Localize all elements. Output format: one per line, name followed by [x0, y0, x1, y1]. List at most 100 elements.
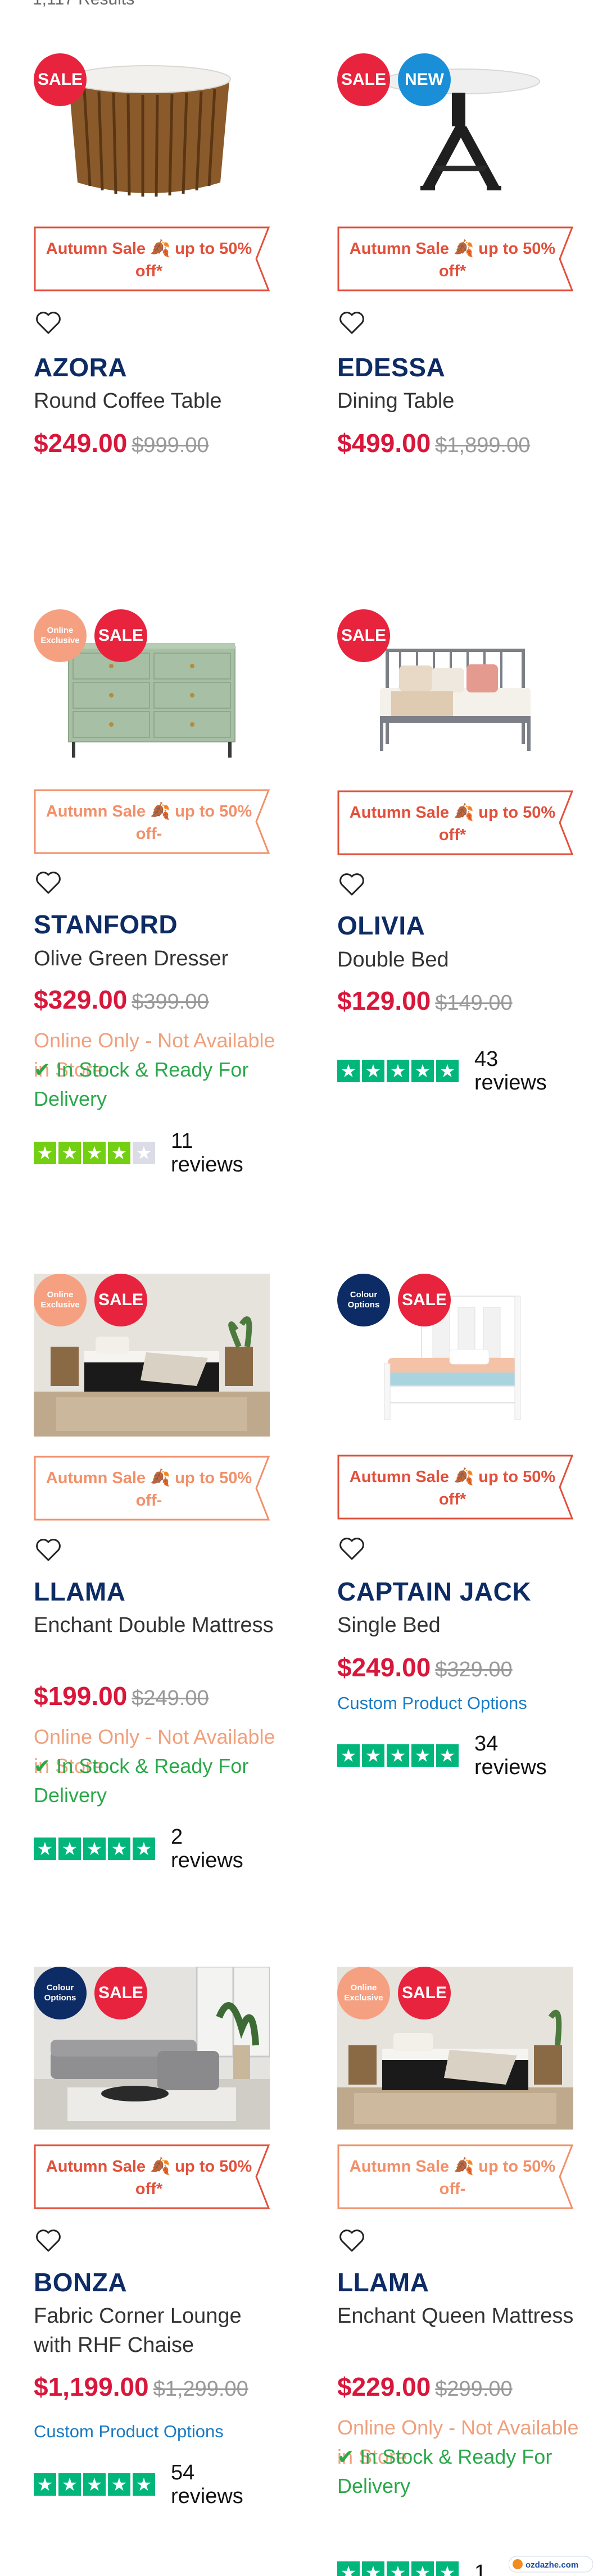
custom-options-link[interactable]: Custom Product Options — [337, 1693, 527, 1713]
product-price: $249.00 $329.00 — [337, 1652, 513, 1683]
product-image[interactable]: Online Exclusive SALE — [34, 609, 270, 772]
product-brand[interactable]: CAPTAIN JACK — [337, 1576, 531, 1607]
product-name[interactable]: Olive Green Dresser — [34, 944, 275, 973]
review-count[interactable]: 1 — [474, 2561, 486, 2576]
review-count[interactable]: 43 reviews — [474, 1047, 553, 1095]
product-card-llama-queen[interactable]: Online Exclusive SALE Autumn Sale 🍂 up t… — [337, 1967, 579, 2576]
product-brand[interactable]: AZORA — [34, 352, 127, 382]
custom-options-link[interactable]: Custom Product Options — [34, 2422, 224, 2442]
rating-stars: ★ ★ ★ ★ ★ — [337, 2561, 459, 2576]
star-icon: ★ — [337, 1744, 360, 1767]
wishlist-heart-icon[interactable] — [338, 311, 365, 335]
review-count[interactable]: 34 reviews — [474, 1732, 553, 1779]
product-brand[interactable]: EDESSA — [337, 352, 445, 382]
star-icon: ★ — [83, 1142, 106, 1164]
product-card-edessa[interactable]: SALE NEW Autumn Sale 🍂 up to 50% off* ED… — [337, 53, 579, 458]
star-icon: ★ — [387, 1744, 409, 1767]
product-card-bonza[interactable]: Colour Options SALE Autumn Sale 🍂 up to … — [34, 1967, 275, 2508]
star-icon: ★ — [34, 1838, 56, 1860]
star-icon: ★ — [436, 1060, 459, 1082]
sale-price: $249.00 — [34, 428, 128, 458]
product-image[interactable]: Colour Options SALE — [337, 1274, 573, 1437]
product-name[interactable]: Fabric Corner Lounge with RHF Chaise — [34, 2301, 275, 2360]
product-price: $249.00 $999.00 — [34, 428, 209, 458]
promo-banner: Autumn Sale 🍂 up to 50% off* — [337, 790, 573, 855]
product-card-stanford[interactable]: Online Exclusive SALE Autumn Sale 🍂 up t… — [34, 609, 275, 1177]
product-card-captain-jack[interactable]: Colour Options SALE Autumn Sale 🍂 up to … — [337, 1274, 579, 1779]
sale-price: $1,199.00 — [34, 2372, 149, 2401]
promo-banner: Autumn Sale 🍂 up to 50% off* — [337, 226, 573, 291]
wishlist-heart-icon[interactable] — [35, 2228, 62, 2253]
was-price: $999.00 — [132, 434, 209, 457]
results-count: 1,117 Results — [33, 0, 134, 9]
wishlist-heart-icon[interactable] — [338, 872, 365, 897]
rating-stars: ★ ★ ★ ★ ★ — [337, 1744, 459, 1767]
product-name[interactable]: Dining Table — [337, 386, 579, 416]
rating-stars: ★ ★ ★ ★ ★ — [34, 1142, 155, 1164]
trustpilot-rating[interactable]: ★ ★ ★ ★ ★ 54 reviews — [34, 2461, 250, 2508]
product-brand[interactable]: BONZA — [34, 2267, 127, 2297]
promo-banner: Autumn Sale 🍂 up to 50% off- — [34, 789, 270, 854]
product-card-azora[interactable]: SALE Autumn Sale 🍂 up to 50% off* AZORA … — [34, 53, 275, 458]
product-price: $1,199.00 $1,299.00 — [34, 2372, 248, 2402]
product-name[interactable]: Double Bed — [337, 945, 579, 974]
star-icon: ★ — [133, 1142, 155, 1164]
star-icon: ★ — [411, 2561, 434, 2576]
star-icon: ★ — [133, 2473, 155, 2496]
wishlist-heart-icon[interactable] — [35, 870, 62, 895]
product-image[interactable]: Colour Options SALE — [34, 1967, 270, 2130]
rating-stars: ★ ★ ★ ★ ★ — [337, 1060, 459, 1082]
rating-stars: ★ ★ ★ ★ ★ — [34, 2473, 155, 2496]
watermark-text: ozdazhe.com — [526, 2560, 578, 2570]
product-brand[interactable]: LLAMA — [337, 2267, 429, 2297]
was-price: $149.00 — [435, 991, 513, 1015]
star-icon: ★ — [58, 2473, 81, 2496]
stock-status: ✔ In Stock & Ready For Delivery — [337, 2445, 552, 2497]
product-image[interactable]: SALE — [337, 609, 573, 772]
star-icon: ★ — [83, 1838, 106, 1860]
product-image[interactable]: Online Exclusive SALE — [337, 1967, 573, 2130]
product-card-llama-double[interactable]: Online Exclusive SALE Autumn Sale 🍂 up t… — [34, 1274, 275, 1872]
promo-banner: Autumn Sale 🍂 up to 50% off* — [337, 1455, 573, 1520]
product-image[interactable]: SALE NEW — [337, 53, 573, 216]
star-icon: ★ — [108, 2473, 130, 2496]
review-count[interactable]: 2 reviews — [171, 1825, 250, 1872]
trustpilot-rating[interactable]: ★ ★ ★ ★ ★ 34 reviews — [337, 1732, 553, 1779]
product-image[interactable]: Online Exclusive SALE — [34, 1274, 270, 1437]
review-count[interactable]: 11 reviews — [171, 1129, 250, 1177]
wishlist-heart-icon[interactable] — [338, 2228, 365, 2253]
product-brand[interactable]: LLAMA — [34, 1576, 125, 1607]
promo-text: Autumn Sale 🍂 up to 50% off* — [349, 804, 556, 844]
product-name[interactable]: Single Bed — [337, 1611, 579, 1640]
product-name[interactable]: Enchant Double Mattress — [34, 1611, 275, 1640]
was-price: $1,299.00 — [153, 2377, 248, 2401]
star-icon: ★ — [34, 2473, 56, 2496]
trustpilot-rating[interactable]: ★ ★ ★ ★ ★ 43 reviews — [337, 1047, 553, 1095]
wishlist-heart-icon[interactable] — [338, 1537, 365, 1561]
trustpilot-rating[interactable]: ★ ★ ★ ★ ★ 2 reviews — [34, 1825, 250, 1872]
product-image[interactable]: SALE — [34, 53, 270, 216]
product-price: $229.00 $299.00 — [337, 2372, 513, 2402]
colour-options-badge: Colour Options — [34, 1967, 87, 2019]
wishlist-heart-icon[interactable] — [35, 311, 62, 335]
new-badge: NEW — [398, 53, 451, 106]
review-count[interactable]: 54 reviews — [171, 2461, 250, 2508]
product-brand[interactable]: STANFORD — [34, 909, 178, 940]
product-name[interactable]: Enchant Queen Mattress — [337, 2301, 579, 2331]
trustpilot-rating[interactable]: ★ ★ ★ ★ ★ 1 — [337, 2561, 486, 2576]
promo-text: Autumn Sale 🍂 up to 50% off- — [46, 803, 252, 843]
product-name[interactable]: Round Coffee Table — [34, 386, 275, 416]
was-price: $329.00 — [435, 1658, 513, 1681]
star-icon: ★ — [387, 1060, 409, 1082]
product-card-olivia[interactable]: SALE Autumn Sale 🍂 up to 50% off* OLIVIA… — [337, 609, 579, 1095]
promo-text: Autumn Sale 🍂 up to 50% off- — [349, 2158, 556, 2198]
product-brand[interactable]: OLIVIA — [337, 910, 425, 941]
stock-status: ✔ In Stock & Ready For Delivery — [34, 1058, 249, 1110]
star-icon: ★ — [387, 2561, 409, 2576]
watermark-logo: ozdazhe.com — [508, 2554, 594, 2574]
star-icon: ★ — [337, 1060, 360, 1082]
wishlist-heart-icon[interactable] — [35, 1538, 62, 1562]
promo-text: Autumn Sale 🍂 up to 50% off* — [46, 2158, 252, 2198]
product-price: $129.00 $149.00 — [337, 986, 513, 1016]
trustpilot-rating[interactable]: ★ ★ ★ ★ ★ 11 reviews — [34, 1129, 250, 1177]
